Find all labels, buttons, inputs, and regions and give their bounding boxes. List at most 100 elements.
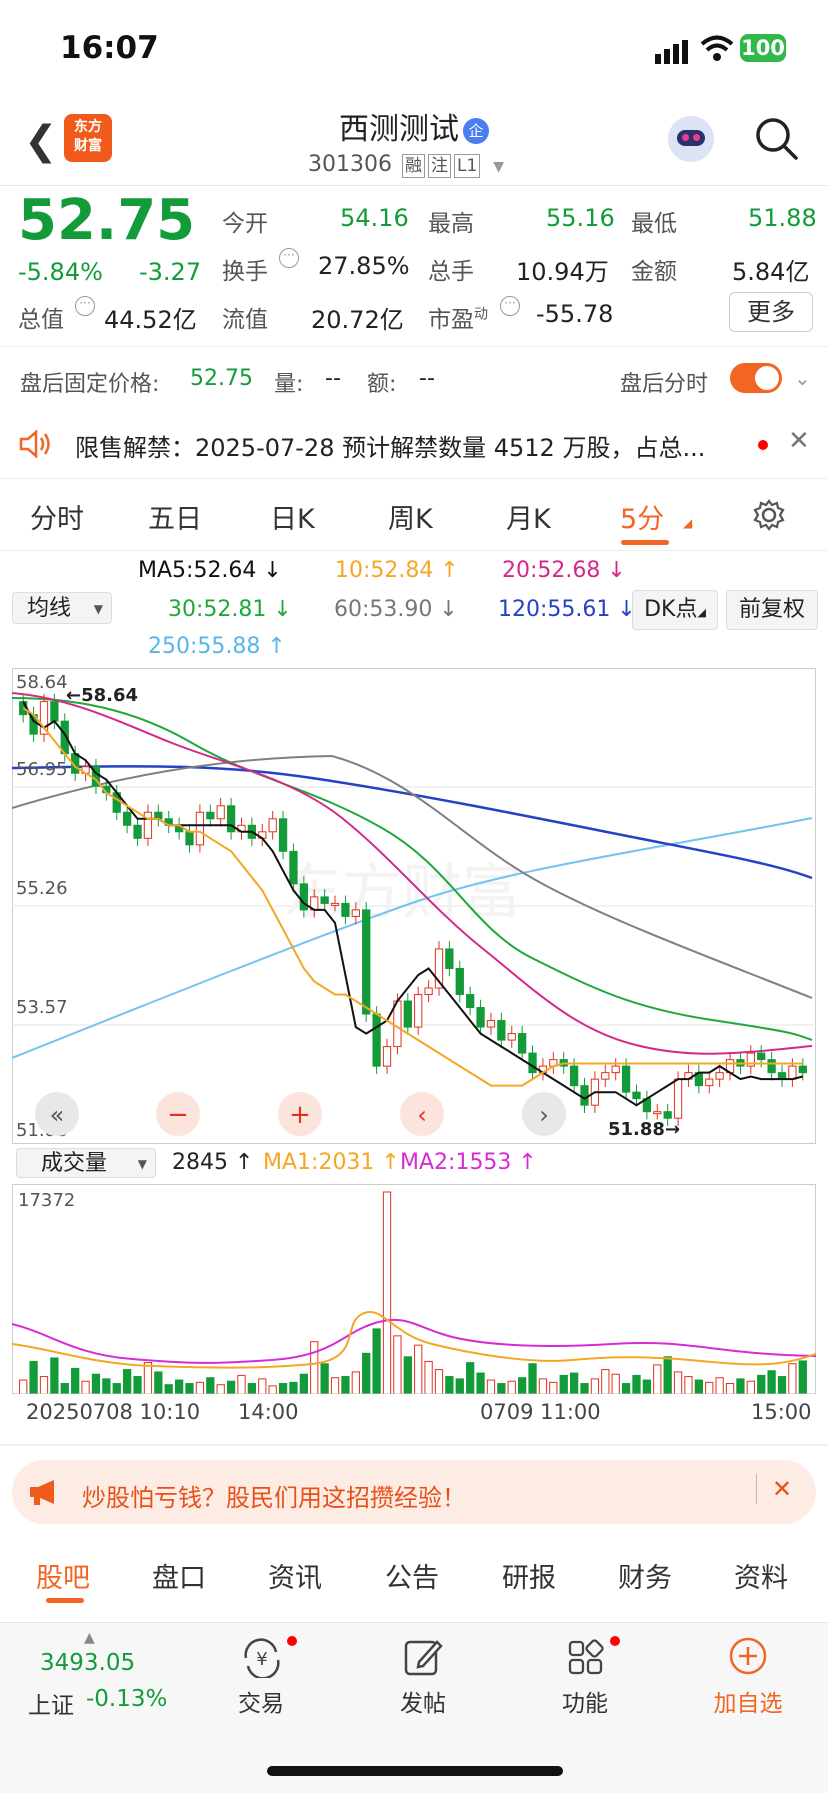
volume-bar <box>154 1371 163 1394</box>
nav-post[interactable]: 发帖 <box>392 1684 454 1718</box>
notice-text: 限售解禁：2025-07-28 预计解禁数量 4512 万股，占总... <box>75 434 706 462</box>
volume-bar <box>684 1376 693 1394</box>
tab-finance[interactable]: 财务 <box>618 1556 672 1595</box>
watermark: 东方财富 <box>282 858 522 928</box>
cell-signal-icon <box>655 40 688 64</box>
tab-daily-k[interactable]: 日K <box>270 497 315 536</box>
volume-bar <box>663 1356 672 1394</box>
index-pct[interactable]: -0.13% <box>86 1686 167 1712</box>
tab-5min[interactable]: 5分 <box>620 497 664 536</box>
volume-bar <box>362 1352 371 1394</box>
volume-bar <box>414 1344 423 1394</box>
functions-grid-icon[interactable] <box>566 1638 606 1678</box>
post-edit-icon[interactable] <box>403 1636 443 1678</box>
low-value: 51.88 <box>748 204 817 232</box>
stock-code-row[interactable]: 301306 融注 L1 ▼ <box>308 152 504 178</box>
active-tab-indicator <box>621 540 669 545</box>
volume-bar <box>299 1373 308 1394</box>
more-button[interactable]: 更多 <box>729 292 813 332</box>
megaphone-icon <box>30 1480 54 1505</box>
dk-point-button[interactable]: DK点◢ <box>632 590 718 630</box>
close-icon[interactable]: ✕ <box>772 1475 792 1503</box>
trade-icon[interactable]: ¥ <box>240 1638 284 1678</box>
nav-functions[interactable]: 功能 <box>554 1684 616 1718</box>
ai-assistant-icon[interactable] <box>668 116 714 162</box>
settings-gear-icon[interactable] <box>752 498 786 532</box>
candle <box>757 1052 766 1061</box>
tab-five-day[interactable]: 五日 <box>148 497 202 536</box>
ma60-label: 60:53.90 ↓ <box>334 597 458 622</box>
zoom-out-button[interactable]: − <box>156 1092 200 1136</box>
volume-current: 2845 ↑ <box>172 1150 254 1175</box>
tab-pankou[interactable]: 盘口 <box>152 1556 206 1595</box>
candle <box>278 818 288 852</box>
info-icon[interactable]: ··· <box>75 296 95 316</box>
add-watchlist-icon[interactable] <box>728 1636 768 1676</box>
index-name[interactable]: 上证 <box>28 1686 74 1720</box>
zoom-in-button[interactable]: + <box>278 1092 322 1136</box>
info-icon[interactable]: ··· <box>279 248 299 268</box>
tab-news[interactable]: 资讯 <box>268 1556 322 1595</box>
volume-bar <box>310 1341 319 1394</box>
chevron-down-icon[interactable]: ⌄ <box>794 366 811 390</box>
ma30-label: 30:52.81 ↓ <box>168 597 292 622</box>
high-value: 55.16 <box>546 204 615 232</box>
candle <box>133 824 142 839</box>
tab-intraday[interactable]: 分时 <box>30 497 84 536</box>
afterhours-vol: -- <box>325 366 341 391</box>
candle <box>455 967 464 996</box>
svg-text:+: + <box>289 1100 311 1130</box>
svg-text:›: › <box>539 1101 549 1129</box>
volume-bar <box>424 1360 433 1394</box>
ma-select[interactable]: 均线 ▼ <box>12 592 112 624</box>
tab-research[interactable]: 研报 <box>502 1556 556 1595</box>
afterhours-toggle[interactable] <box>730 363 782 393</box>
volume-bar <box>29 1360 38 1394</box>
turnover-value: 27.85% <box>318 252 410 280</box>
volume-bar <box>746 1380 755 1394</box>
index-value[interactable]: 3493.05 <box>40 1650 135 1676</box>
volume-bar <box>538 1378 548 1394</box>
kline-chart[interactable]: 东方财富 58.64 56.95 55.26 53.57 51.88 ←58.6… <box>12 668 816 1144</box>
low-label: 最低 <box>631 211 677 237</box>
scroll-left-fast-button[interactable]: « <box>35 1092 79 1136</box>
nav-add-watchlist[interactable]: 加自选 <box>704 1684 792 1718</box>
volume-bar <box>289 1381 298 1394</box>
adjust-price-button[interactable]: 前复权 <box>726 590 818 630</box>
tab-monthly-k[interactable]: 月K <box>506 497 551 536</box>
volume-bar <box>549 1381 558 1394</box>
close-icon[interactable]: ✕ <box>788 426 810 456</box>
search-icon[interactable] <box>754 116 800 162</box>
volume-bar <box>185 1383 194 1394</box>
promo-text: 炒股怕亏钱？股民们用这招攒经验！ <box>82 1484 466 1512</box>
info-icon[interactable]: ··· <box>500 296 520 316</box>
volume-bar <box>403 1356 412 1394</box>
tab-guba[interactable]: 股吧 <box>36 1556 90 1595</box>
volume-bar <box>455 1378 464 1394</box>
x-tick-label: 20250708 10:10 <box>26 1400 201 1424</box>
high-marker: ←58.64 <box>66 685 138 706</box>
tab-profile[interactable]: 资料 <box>734 1556 788 1595</box>
tab-weekly-k[interactable]: 周K <box>388 497 433 536</box>
candle <box>445 948 454 969</box>
volume-bar <box>19 1379 28 1394</box>
y-tick-label: 58.64 <box>16 672 68 693</box>
volume-bar <box>195 1381 205 1394</box>
pe-value: -55.78 <box>536 300 614 328</box>
volume-bar <box>580 1383 589 1394</box>
ma10-label: 10:52.84 ↑ <box>335 558 459 583</box>
scroll-right-button[interactable]: › <box>522 1092 566 1136</box>
nav-trade[interactable]: 交易 <box>230 1684 292 1718</box>
volume-indicator-select[interactable]: 成交量 ▼ <box>16 1148 156 1178</box>
volume-bar <box>71 1367 80 1394</box>
volume-bar <box>133 1376 142 1394</box>
tab-announcements[interactable]: 公告 <box>385 1556 439 1595</box>
scroll-left-button[interactable]: ‹ <box>400 1092 444 1136</box>
volume-bar <box>673 1371 683 1394</box>
candle <box>195 811 205 846</box>
volume-chart[interactable]: 17372 <box>12 1184 816 1394</box>
candle <box>382 1046 392 1067</box>
afterhours-toggle-label: 盘后分时 <box>620 372 709 397</box>
volume-bar <box>621 1383 631 1394</box>
market-cap-value: 44.52亿 <box>104 306 197 334</box>
